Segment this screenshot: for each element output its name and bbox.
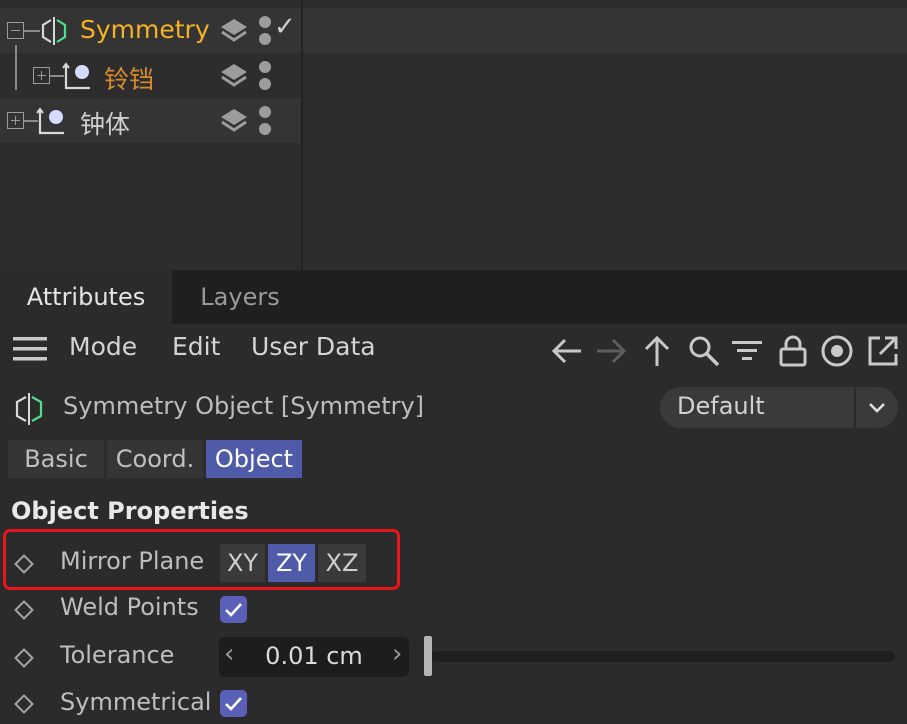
null-object-icon [36, 107, 64, 135]
filter-icon[interactable] [730, 334, 764, 368]
object-row-bell-body[interactable]: 钟体 [0, 98, 907, 143]
object-manager: Symmetry ✓ 铃铛 钟体 [0, 0, 907, 270]
object-name: 铃铛 [104, 65, 155, 94]
object-row-right [303, 98, 907, 143]
object-row-symmetry[interactable]: Symmetry ✓ [0, 8, 907, 53]
object-name: Symmetry [80, 15, 210, 44]
highlight-box [3, 529, 400, 590]
expand-icon[interactable] [33, 67, 50, 84]
object-name: 钟体 [80, 110, 131, 139]
tolerance-slider-track[interactable] [431, 651, 895, 662]
object-row-right [303, 8, 907, 53]
menu-edit[interactable]: Edit [172, 332, 220, 361]
tolerance-label: Tolerance [60, 641, 175, 669]
menu-mode[interactable]: Mode [69, 332, 137, 361]
tolerance-slider-handle[interactable] [424, 636, 432, 676]
object-row-right [303, 53, 907, 98]
tolerance-value: 0.01 cm [265, 642, 363, 670]
new-window-icon[interactable] [866, 334, 900, 368]
collapse-icon[interactable] [7, 22, 24, 39]
object-title: Symmetry Object [Symmetry] [63, 392, 425, 420]
menu-user-data[interactable]: User Data [251, 332, 376, 361]
panel-tab-bar: Attributes Layers [0, 270, 907, 324]
enabled-check-icon[interactable]: ✓ [274, 12, 296, 42]
weld-points-label: Weld Points [60, 593, 199, 621]
increment-arrow-icon[interactable]: › [392, 639, 402, 669]
editor-visibility-dot[interactable] [259, 61, 271, 73]
symmetry-icon [41, 17, 67, 45]
layer-icon[interactable] [219, 15, 249, 47]
object-row-bell-pin[interactable]: 铃铛 [0, 45, 907, 98]
editor-visibility-dot[interactable] [259, 106, 271, 118]
dropdown-divider [854, 387, 856, 428]
chevron-down-icon[interactable] [866, 399, 888, 417]
tolerance-field[interactable]: ‹ 0.01 cm › [219, 637, 409, 677]
tree-line [15, 45, 17, 90]
search-icon[interactable] [687, 334, 721, 368]
preset-dropdown[interactable]: Default [660, 387, 898, 428]
layer-icon[interactable] [219, 60, 249, 92]
tab-object[interactable]: Object [206, 440, 302, 478]
target-icon[interactable] [820, 334, 854, 368]
render-visibility-dot[interactable] [259, 78, 271, 90]
weld-points-checkbox[interactable] [220, 596, 247, 623]
arrow-up-icon[interactable] [640, 334, 674, 368]
symmetrical-checkbox[interactable] [220, 690, 247, 717]
preset-value: Default [677, 392, 765, 420]
symmetry-icon [15, 393, 43, 425]
tab-basic[interactable]: Basic [8, 440, 104, 478]
tab-coord[interactable]: Coord. [107, 440, 203, 478]
hamburger-menu-icon[interactable] [13, 336, 47, 362]
arrow-left-icon[interactable] [550, 334, 584, 368]
null-object-icon [62, 62, 90, 90]
symmetrical-label: Symmetrical [60, 688, 212, 716]
section-title: Object Properties [11, 497, 249, 525]
expand-icon[interactable] [7, 112, 24, 129]
column-divider[interactable] [301, 0, 303, 270]
tab-layers[interactable]: Layers [172, 270, 308, 324]
render-visibility-dot[interactable] [259, 33, 271, 45]
layer-icon[interactable] [219, 105, 249, 137]
arrow-right-icon[interactable] [594, 334, 628, 368]
tab-attributes[interactable]: Attributes [0, 270, 172, 324]
render-visibility-dot[interactable] [259, 123, 271, 135]
lock-icon[interactable] [776, 334, 810, 368]
editor-visibility-dot[interactable] [259, 16, 271, 28]
